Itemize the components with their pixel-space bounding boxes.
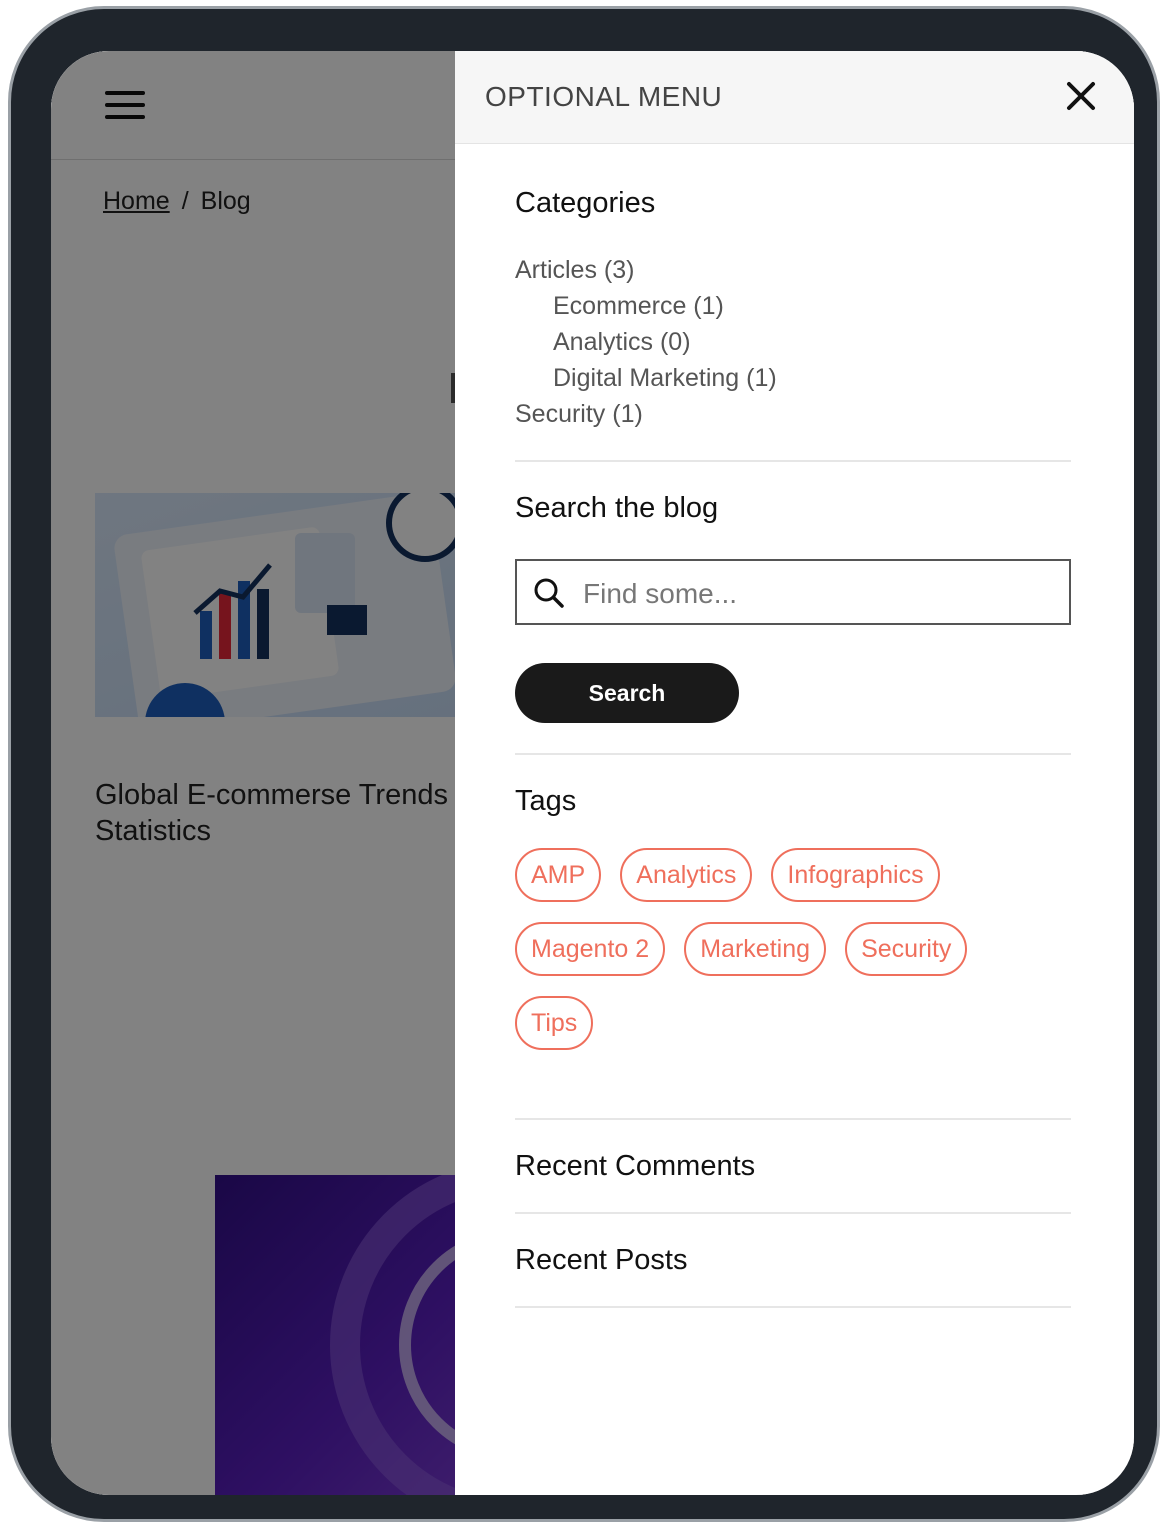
screen: Home / Blog Global E-commerse Trends Sta…: [51, 51, 1134, 1495]
tablet-frame: Home / Blog Global E-commerse Trends Sta…: [8, 6, 1160, 1522]
tags-title: Tags: [515, 785, 577, 817]
search-icon: [534, 578, 564, 608]
tag-analytics[interactable]: Analytics: [620, 848, 753, 902]
recent-comments-section[interactable]: Recent Comments: [515, 1120, 1071, 1214]
tag-list: AMP Analytics Infographics Magento 2 Mar…: [515, 848, 1015, 1070]
recent-comments-title: Recent Comments: [515, 1150, 756, 1182]
category-item[interactable]: Articles (3): [515, 252, 1071, 288]
tags-section: Tags AMP Analytics Infographics Magento …: [515, 755, 1071, 1120]
tag-marketing[interactable]: Marketing: [684, 922, 826, 976]
optional-menu-panel: OPTIONAL MENU Categories Articles (3) Ec…: [455, 51, 1134, 1495]
tag-magento-2[interactable]: Magento 2: [515, 922, 666, 976]
category-item[interactable]: Digital Marketing (1): [515, 360, 1071, 396]
category-item[interactable]: Security (1): [515, 396, 1071, 432]
tag-tips[interactable]: Tips: [515, 996, 594, 1050]
search-section: Search the blog Search: [515, 462, 1071, 755]
close-icon[interactable]: [1064, 79, 1098, 113]
category-item[interactable]: Ecommerce (1): [515, 288, 1071, 324]
search-input[interactable]: [581, 571, 1055, 617]
recent-posts-section[interactable]: Recent Posts: [515, 1214, 1071, 1308]
search-title: Search the blog: [515, 492, 719, 524]
category-item[interactable]: Analytics (0): [515, 324, 1071, 360]
search-box: [515, 559, 1071, 625]
category-list: Articles (3) Ecommerce (1) Analytics (0)…: [515, 252, 1071, 432]
panel-title: OPTIONAL MENU: [485, 81, 723, 112]
panel-body: Categories Articles (3) Ecommerce (1) An…: [515, 143, 1071, 1308]
panel-header: OPTIONAL MENU: [455, 51, 1134, 144]
recent-posts-title: Recent Posts: [515, 1244, 688, 1276]
categories-section: Categories Articles (3) Ecommerce (1) An…: [515, 143, 1071, 462]
categories-title: Categories: [515, 187, 656, 219]
tag-infographics[interactable]: Infographics: [771, 848, 940, 902]
tag-amp[interactable]: AMP: [515, 848, 602, 902]
tag-security[interactable]: Security: [845, 922, 968, 976]
search-button[interactable]: Search: [515, 663, 739, 723]
